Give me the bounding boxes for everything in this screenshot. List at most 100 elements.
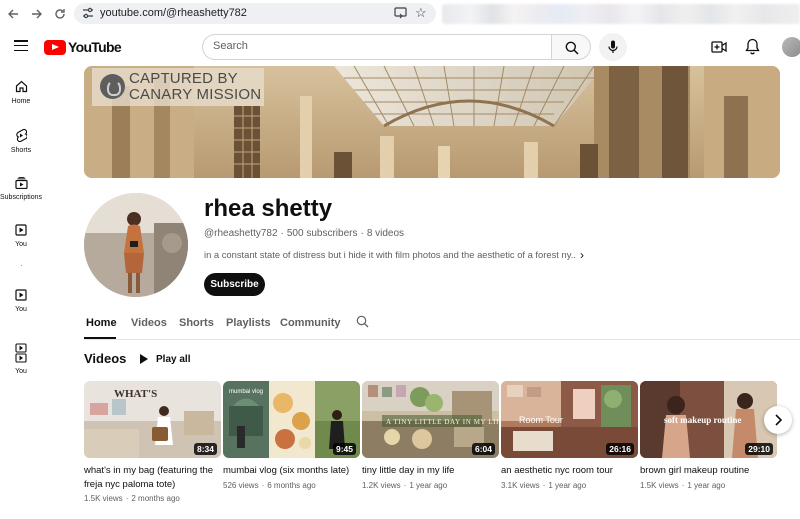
forward-button[interactable] — [28, 5, 46, 23]
banner-watermark: CAPTURED BY CANARY MISSION — [92, 68, 264, 106]
menu-icon[interactable] — [14, 40, 28, 52]
video-age: 2 months ago — [131, 494, 180, 503]
subscriptions-icon — [14, 177, 28, 189]
browser-toolbar: youtube.com/@rheashetty782 ☆ — [0, 0, 800, 28]
site-settings-icon[interactable] — [82, 7, 94, 19]
guide-item-playlists[interactable]: You — [0, 343, 42, 376]
guide-item-you[interactable]: You — [0, 224, 42, 249]
url-text: youtube.com/@rheashetty782 — [100, 7, 247, 19]
video-meta: 1.5K views · 2 months ago — [84, 494, 221, 504]
account-avatar[interactable] — [782, 37, 800, 57]
tab-home[interactable]: Home — [86, 316, 117, 330]
create-video-icon[interactable] — [711, 39, 727, 55]
active-tab-indicator — [84, 337, 116, 339]
video-views: 526 views — [223, 480, 259, 490]
video-duration: 29:10 — [745, 443, 773, 455]
search-input[interactable] — [213, 40, 533, 52]
arrow-right-icon — [32, 9, 42, 19]
play-icon — [140, 354, 148, 364]
guide-label-shorts: Shorts — [10, 147, 32, 154]
video-card[interactable]: WHAT'S 8:34 what's in my bag (featuring … — [84, 381, 221, 504]
video-title[interactable]: an aesthetic nyc room tour — [501, 464, 635, 478]
guide-label-subscriptions: Subscriptions — [0, 194, 43, 201]
youtube-play-icon — [44, 39, 66, 55]
guide-item-history[interactable]: You — [0, 289, 42, 314]
video-title[interactable]: tiny little day in my life — [362, 464, 496, 478]
guide-label-you: You — [15, 241, 27, 248]
youtube-logo[interactable]: YouTube — [44, 38, 122, 56]
meta-separator: · — [542, 480, 546, 490]
video-count: 8 videos — [366, 228, 405, 239]
chevron-right-icon — [775, 414, 783, 426]
video-card[interactable]: soft makeup routine 29:10 brown girl mak… — [640, 381, 777, 491]
video-thumbnail[interactable]: mumbai vlog 9:45 — [223, 381, 360, 458]
video-duration: 6:04 — [471, 443, 495, 455]
video-thumbnail[interactable]: Room Tour 26:16 — [501, 381, 638, 458]
tab-shorts[interactable]: Shorts — [179, 316, 214, 330]
guide-label-history: You — [15, 306, 27, 313]
tab-videos[interactable]: Videos — [131, 316, 167, 330]
chevron-right-icon[interactable]: › — [580, 249, 584, 261]
thumb-overlay-text: WHAT'S — [114, 388, 157, 400]
back-button[interactable] — [4, 5, 22, 23]
guide-item-home[interactable]: Home — [0, 80, 42, 106]
meta-separator: · — [681, 480, 685, 490]
cast-icon[interactable] — [394, 7, 407, 19]
logo-text: YouTube — [68, 39, 122, 55]
you-icon — [15, 224, 27, 236]
reload-button[interactable] — [51, 5, 69, 23]
video-title[interactable]: what's in my bag (featuring the freja ny… — [84, 464, 218, 491]
meta-separator: · — [261, 480, 265, 490]
notifications-bell-icon[interactable] — [745, 38, 760, 55]
masthead: YouTube — [0, 28, 800, 66]
tab-playlists[interactable]: Playlists — [226, 316, 271, 330]
video-title[interactable]: mumbai vlog (six months late) — [223, 464, 357, 478]
address-bar[interactable]: youtube.com/@rheashetty782 ☆ — [74, 3, 436, 24]
meta-separator: · — [360, 228, 364, 239]
video-meta: 1.5K views · 1 year ago — [640, 481, 777, 491]
search-box — [202, 34, 551, 60]
tab-community[interactable]: Community — [280, 316, 341, 330]
video-thumbnail[interactable]: A TINY LITTLE DAY IN MY LIFE 6:04 — [362, 381, 499, 458]
home-icon — [15, 80, 27, 93]
video-duration: 9:45 — [332, 443, 356, 455]
video-card[interactable]: mumbai vlog 9:45 mumbai vlog (six months… — [223, 381, 360, 491]
thumb-overlay-text: mumbai vlog — [229, 389, 263, 395]
channel-handle: @rheashetty782 — [204, 228, 278, 239]
search-button[interactable] — [551, 34, 591, 60]
guide-item-shorts[interactable]: Shorts — [0, 128, 42, 155]
banner-watermark-line2: CANARY MISSION — [129, 86, 262, 103]
video-title[interactable]: brown girl makeup routine — [640, 464, 774, 478]
bookmark-star-icon[interactable]: ☆ — [415, 5, 427, 21]
video-card[interactable]: A TINY LITTLE DAY IN MY LIFE 6:04 tiny l… — [362, 381, 499, 491]
channel-tabs: Home Videos Shorts Playlists Community — [84, 312, 800, 340]
guide-label-home: Home — [11, 98, 31, 105]
video-thumbnail[interactable]: WHAT'S 8:34 — [84, 381, 221, 458]
video-views: 3.1K views — [501, 480, 540, 490]
reload-icon — [55, 9, 65, 19]
thumb-overlay-text: Room Tour — [519, 415, 563, 425]
video-thumbnail[interactable]: soft makeup routine 29:10 — [640, 381, 777, 458]
guide-item-subscriptions[interactable]: Subscriptions — [0, 177, 42, 202]
video-views: 1.5K views — [84, 494, 123, 503]
play-all-button[interactable]: Play all — [136, 349, 190, 369]
next-videos-button[interactable] — [764, 406, 792, 434]
channel-description[interactable]: in a constant state of distress but i hi… — [204, 249, 576, 261]
channel-avatar[interactable] — [84, 193, 188, 297]
video-age: 1 year ago — [687, 480, 726, 490]
banner-watermark-line1: CAPTURED BY — [129, 70, 238, 87]
arrow-left-icon — [8, 9, 18, 19]
videos-section-title: Videos — [84, 351, 127, 366]
play-all-label: Play all — [156, 353, 191, 365]
extensions-area — [442, 4, 800, 24]
thumb-overlay-text: A TINY LITTLE DAY IN MY LIFE — [386, 418, 499, 426]
channel-avatar-photo — [84, 193, 188, 297]
voice-search-button[interactable] — [599, 33, 627, 61]
search-icon — [565, 41, 579, 55]
channel-search-icon[interactable] — [356, 315, 369, 328]
history-icon — [15, 289, 27, 301]
video-card[interactable]: Room Tour 26:16 an aesthetic nyc room to… — [501, 381, 638, 491]
canary-logo-icon — [100, 74, 125, 99]
thumb-overlay-text: soft makeup routine — [664, 415, 741, 425]
subscribe-button[interactable]: Subscribe — [204, 273, 265, 296]
